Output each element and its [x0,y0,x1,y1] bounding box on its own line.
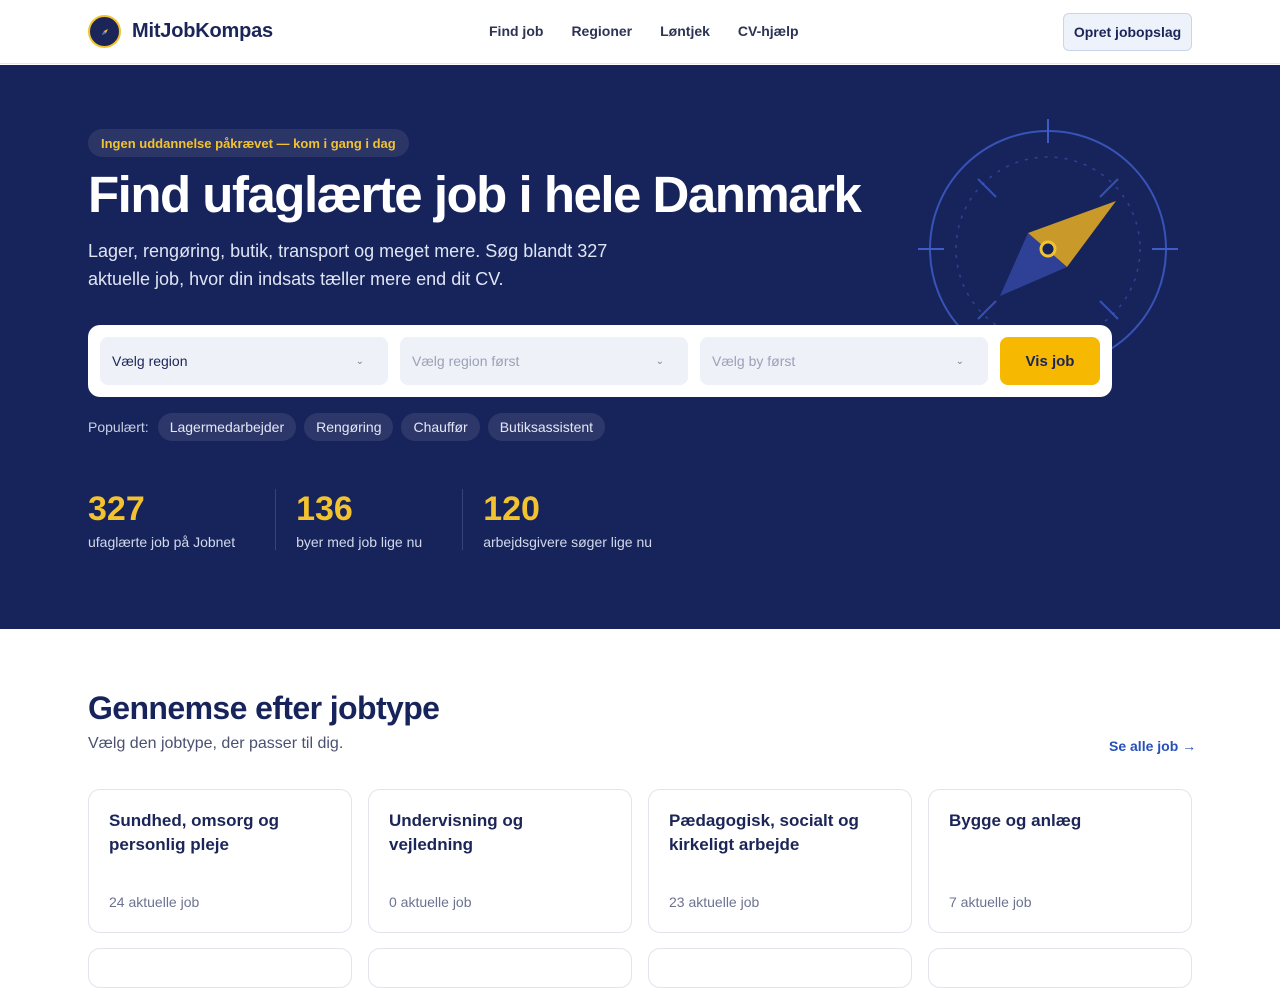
nav-find-job[interactable]: Find job [489,23,543,39]
stat-employers: 120 arbejdsgivere søger lige nu [462,489,692,550]
category-card[interactable]: Bygge og anlæg 7 aktuelle job [928,789,1192,933]
nav-lontjek[interactable]: Løntjek [660,23,710,39]
category-card[interactable] [88,948,352,988]
category-card[interactable] [648,948,912,988]
compass-icon [88,15,121,48]
category-count: 23 aktuelle job [669,894,760,910]
region-select-value: Vælg region [112,353,188,369]
popular-chip-butiksassistent[interactable]: Butiksassistent [487,413,606,441]
chevron-down-icon: ⌄ [655,355,664,367]
hero-badge: Ingen uddannelse påkrævet — kom i gang i… [88,129,409,157]
category-name: Bygge og anlæg [949,811,1082,830]
category-card[interactable] [368,948,632,988]
job-select-value: Vælg by først [712,353,796,369]
popular-label: Populært: [88,419,149,435]
category-card[interactable]: Undervisning og vejledning 0 aktuelle jo… [368,789,632,933]
stat-value: 120 [483,490,540,528]
job-select[interactable]: Vælg by først ⌄ [700,337,988,385]
popular-chip-lagermedarbejder[interactable]: Lagermedarbejder [157,413,297,441]
popular-chip-rengoring[interactable]: Rengøring [304,413,394,441]
brand-name: MitJobKompas [132,20,273,42]
show-jobs-button[interactable]: Vis job [1000,337,1100,385]
chevron-down-icon: ⌄ [955,355,964,367]
see-all-jobs-link[interactable]: Se alle job → [1109,738,1196,754]
categories-subtitle: Vælg den jobtype, der passer til dig. [88,735,344,752]
category-card[interactable]: Pædagogisk, socialt og kirkeligt arbejde… [648,789,912,933]
category-count: 24 aktuelle job [109,894,200,910]
stat-label: ufaglærte job på Jobnet [88,534,236,550]
hero-stats: 327 ufaglærte job på Jobnet 136 byer med… [88,489,692,550]
nav-regioner[interactable]: Regioner [571,23,632,39]
stat-label: arbejdsgivere søger lige nu [483,534,653,550]
brand-logo[interactable]: MitJobKompas [88,15,273,48]
stat-value: 327 [88,490,145,528]
hero-lead: Lager, rengøring, butik, transport og me… [88,241,608,289]
post-job-button[interactable]: Opret jobopslag [1063,13,1192,51]
main-nav: Find job Regioner Løntjek CV-hjælp [489,23,799,39]
nav-cv-hjaelp[interactable]: CV-hjælp [738,23,799,39]
stat-cities: 136 byer med job lige nu [275,489,462,550]
popular-chip-chauffor[interactable]: Chauffør [401,413,480,441]
category-grid: Sundhed, omsorg og personlig pleje 24 ak… [88,789,1192,933]
top-navigation: MitJobKompas Find job Regioner Løntjek C… [0,0,1280,64]
category-card[interactable] [928,948,1192,988]
job-search-form: Vælg region ⌄ Vælg region først ⌄ Vælg b… [88,325,1112,397]
category-name: Pædagogisk, socialt og kirkeligt arbejde [669,811,859,854]
city-select[interactable]: Vælg region først ⌄ [400,337,688,385]
category-name: Sundhed, omsorg og personlig pleje [109,811,279,854]
popular-searches: Populært: Lagermedarbejder Rengøring Cha… [88,413,606,441]
stat-label: byer med job lige nu [296,534,423,550]
region-select[interactable]: Vælg region ⌄ [100,337,388,385]
stat-jobs: 327 ufaglærte job på Jobnet [88,489,275,550]
category-count: 0 aktuelle job [389,894,472,910]
stat-value: 136 [296,490,353,528]
city-select-value: Vælg region først [412,353,520,369]
category-count: 7 aktuelle job [949,894,1032,910]
categories-title: Gennemse efter jobtype [88,690,440,726]
hero-title: Find ufaglærte job i hele Danmark [88,166,862,223]
chevron-down-icon: ⌄ [355,355,364,367]
hero-section: Ingen uddannelse påkrævet — kom i gang i… [0,65,1280,629]
category-name: Undervisning og vejledning [389,811,524,854]
category-card[interactable]: Sundhed, omsorg og personlig pleje 24 ak… [88,789,352,933]
category-grid-next-row [88,948,1192,988]
